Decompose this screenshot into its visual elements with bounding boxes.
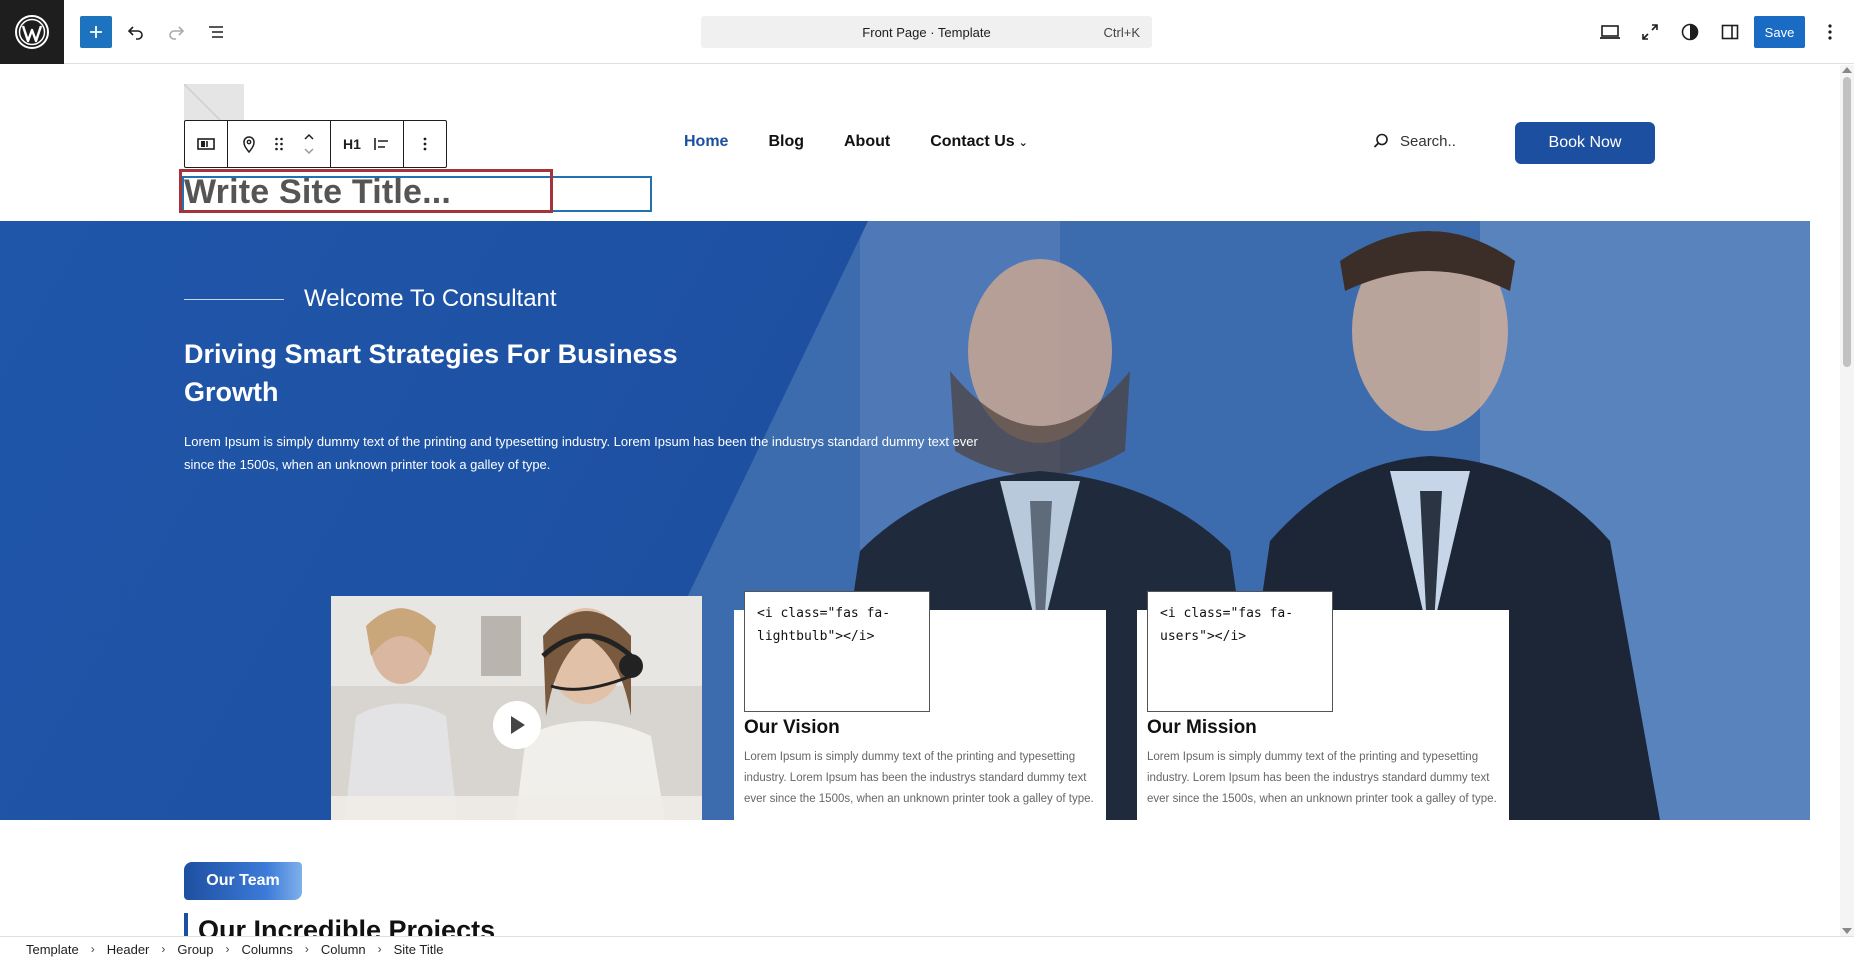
settings-sidebar-icon[interactable] — [1714, 16, 1746, 48]
location-pin-icon[interactable] — [234, 127, 264, 161]
book-now-button[interactable]: Book Now — [1515, 122, 1655, 164]
nav-item-about[interactable]: About — [844, 133, 890, 157]
vision-icon-code-editor[interactable]: <i class="fas fa-lightbulb"></i> — [744, 591, 930, 712]
drag-handle-icon[interactable] — [264, 127, 294, 161]
chevron-right-icon: › — [304, 942, 309, 956]
site-title-block-icon[interactable] — [191, 127, 221, 161]
play-video-button[interactable] — [493, 701, 541, 749]
document-title: Front Page · Template — [862, 24, 991, 40]
undo-icon[interactable] — [120, 16, 152, 48]
breadcrumb-template[interactable]: Template — [26, 942, 79, 957]
save-button[interactable]: Save — [1754, 16, 1805, 48]
breadcrumb-header[interactable]: Header — [107, 942, 150, 957]
block-mover-group — [228, 121, 331, 167]
block-options-icon[interactable] — [410, 127, 440, 161]
breadcrumb-site-title[interactable]: Site Title — [394, 942, 444, 957]
add-block-button[interactable] — [80, 16, 112, 48]
fullscreen-icon[interactable] — [1634, 16, 1666, 48]
mission-icon-code-editor[interactable]: <i class="fas fa-users"></i> — [1147, 591, 1333, 712]
device-preview-icon[interactable] — [1594, 16, 1626, 48]
nav-item-blog[interactable]: Blog — [768, 133, 804, 157]
site-title-highlight-box — [179, 169, 553, 213]
search-icon — [1373, 133, 1388, 148]
chevron-right-icon: › — [90, 942, 95, 956]
scroll-thumb[interactable] — [1843, 77, 1851, 367]
document-title-bar[interactable]: Front Page · Template Ctrl+K — [701, 16, 1152, 48]
breadcrumb-group[interactable]: Group — [177, 942, 213, 957]
projects-heading: Our Incredible Projects — [184, 913, 495, 936]
editor-toolbar: Front Page · Template Ctrl+K Save — [0, 0, 1854, 64]
heading-level-button[interactable]: H1 — [337, 127, 367, 161]
nav-item-contact[interactable]: Contact Us ⌄ — [930, 133, 1028, 157]
chevron-right-icon: › — [161, 942, 166, 956]
breadcrumb-columns[interactable]: Columns — [242, 942, 293, 957]
breadcrumb-column[interactable]: Column — [321, 942, 366, 957]
video-thumbnail[interactable] — [331, 596, 702, 820]
block-format-group: H1 — [331, 121, 404, 167]
welcome-subtitle: Welcome To Consultant — [304, 285, 557, 312]
our-team-badge[interactable]: Our Team — [184, 862, 302, 900]
vision-title: Our Vision — [744, 717, 840, 738]
align-left-icon[interactable] — [367, 127, 397, 161]
search-field[interactable]: Search.. — [1372, 132, 1456, 150]
main-navigation: Home Blog About Contact Us ⌄ — [684, 133, 1068, 157]
styles-icon[interactable] — [1674, 16, 1706, 48]
chevron-right-icon: › — [377, 942, 382, 956]
wordpress-logo-icon[interactable] — [0, 0, 64, 64]
scroll-down-icon[interactable] — [1842, 928, 1852, 934]
hero-description: Lorem Ipsum is simply dummy text of the … — [184, 434, 978, 472]
options-menu-icon[interactable] — [1814, 16, 1846, 48]
hero-heading: Driving Smart Strategies For Business Gr… — [184, 339, 678, 407]
redo-icon[interactable] — [160, 16, 192, 48]
editor-canvas: H1 Write Site Title... Home Blog About C… — [0, 65, 1840, 936]
block-type-group — [185, 121, 228, 167]
block-breadcrumb: Template › Header › Group › Columns › Co… — [0, 936, 1854, 961]
document-overview-icon[interactable] — [200, 16, 232, 48]
mission-title: Our Mission — [1147, 717, 1257, 738]
search-placeholder: Search.. — [1400, 132, 1456, 150]
command-shortcut: Ctrl+K — [1103, 25, 1140, 40]
canvas-scrollbar[interactable] — [1840, 65, 1854, 936]
nav-item-home[interactable]: Home — [684, 133, 728, 157]
hero-section: Welcome To Consultant Driving Smart Stra… — [0, 221, 1810, 820]
welcome-divider — [184, 299, 284, 300]
block-toolbar: H1 — [184, 120, 447, 168]
mission-text: Lorem Ipsum is simply dummy text of the … — [1147, 751, 1497, 805]
vision-text: Lorem Ipsum is simply dummy text of the … — [744, 751, 1094, 805]
scroll-up-icon[interactable] — [1842, 67, 1852, 73]
chevron-right-icon: › — [225, 942, 230, 956]
chevron-down-icon: ⌄ — [1018, 137, 1028, 149]
move-up-down-icon[interactable] — [294, 127, 324, 161]
nav-item-contact-label: Contact Us — [930, 133, 1015, 150]
block-options-group — [404, 121, 446, 167]
play-icon — [511, 716, 525, 734]
